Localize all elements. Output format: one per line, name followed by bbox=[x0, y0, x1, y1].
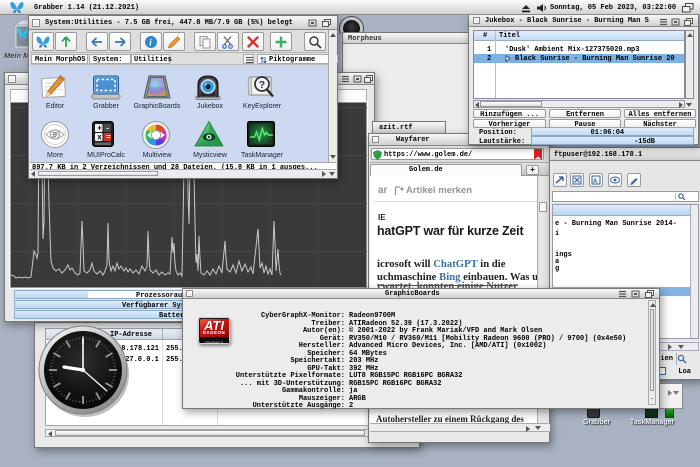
svg-text:x: x bbox=[97, 133, 102, 142]
svg-text:-: - bbox=[106, 124, 109, 133]
svg-text:A: A bbox=[593, 179, 598, 185]
svg-text:+: + bbox=[97, 124, 102, 133]
svg-text:=: = bbox=[106, 133, 111, 142]
svg-text:?: ? bbox=[259, 79, 265, 91]
